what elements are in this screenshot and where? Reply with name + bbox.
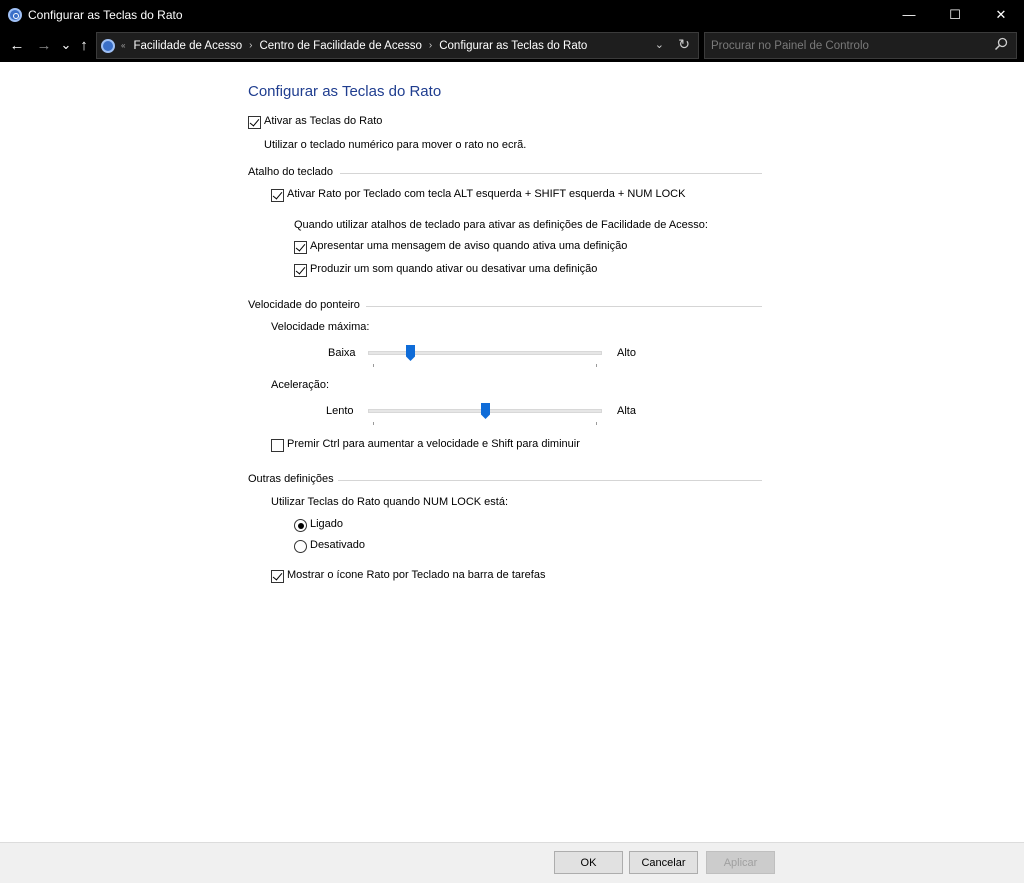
ok-button[interactable]: OK <box>554 851 623 874</box>
dialog-footer: OK Cancelar Aplicar <box>0 842 1024 883</box>
control-panel-icon <box>8 7 22 22</box>
search-icon[interactable] <box>994 37 1008 51</box>
slider-thumb[interactable] <box>481 403 490 419</box>
up-arrow-icon[interactable]: ↑ <box>73 35 95 55</box>
overflow-chevron-icon[interactable]: « <box>121 41 125 50</box>
breadcrumb-separator-icon[interactable]: › <box>249 40 252 51</box>
show-tray-icon-label[interactable]: Mostrar o ícone Rato por Teclado na barr… <box>287 569 545 581</box>
breadcrumb-ease-of-access[interactable]: Facilidade de Acesso <box>133 40 242 52</box>
acceleration-slider[interactable] <box>368 403 602 425</box>
group-divider <box>340 173 762 174</box>
ctrl-shift-speed-checkbox[interactable] <box>271 439 284 452</box>
shortcut-label[interactable]: Ativar Rato por Teclado com tecla ALT es… <box>287 188 685 200</box>
title-bar: Configurar as Teclas do Rato — ☐ ✕ <box>0 0 1024 29</box>
close-button[interactable]: ✕ <box>978 0 1024 29</box>
slider-tick <box>373 364 374 367</box>
breadcrumb-mouse-keys[interactable]: Configurar as Teclas do Rato <box>439 40 587 52</box>
slider-tick <box>596 364 597 367</box>
max-speed-slider[interactable] <box>368 345 602 367</box>
slider-track[interactable] <box>368 351 602 355</box>
sound-checkbox[interactable] <box>294 264 307 277</box>
group-divider <box>366 306 762 307</box>
apply-button[interactable]: Aplicar <box>706 851 775 874</box>
numlock-on-radio[interactable] <box>294 519 307 532</box>
acceleration-low-label: Lento <box>326 405 354 417</box>
address-bar[interactable]: « Facilidade de Acesso › Centro de Facil… <box>96 32 699 59</box>
shortcut-group-label: Atalho do teclado <box>248 166 338 178</box>
speed-group-label: Velocidade do ponteiro <box>248 299 364 311</box>
back-arrow-icon[interactable]: ← <box>6 35 28 55</box>
maximize-button[interactable]: ☐ <box>932 0 978 29</box>
numlock-on-label[interactable]: Ligado <box>310 518 343 530</box>
slider-tick <box>373 422 374 425</box>
minimize-button[interactable]: — <box>886 0 932 29</box>
cancel-button[interactable]: Cancelar <box>629 851 698 874</box>
numlock-off-label[interactable]: Desativado <box>310 539 365 551</box>
breadcrumb-separator-icon[interactable]: › <box>429 40 432 51</box>
enable-mouse-keys-checkbox[interactable] <box>248 116 261 129</box>
acceleration-high-label: Alta <box>617 405 636 417</box>
max-speed-low-label: Baixa <box>328 347 356 359</box>
shortcut-checkbox[interactable] <box>271 189 284 202</box>
enable-mouse-keys-label[interactable]: Ativar as Teclas do Rato <box>264 115 382 127</box>
warning-message-checkbox[interactable] <box>294 241 307 254</box>
breadcrumb-ease-of-access-center[interactable]: Centro de Facilidade de Acesso <box>259 40 421 52</box>
control-panel-icon <box>101 38 115 53</box>
search-input[interactable]: Procurar no Painel de Controlo <box>711 40 869 52</box>
window-title: Configurar as Teclas do Rato <box>28 7 183 22</box>
max-speed-label: Velocidade máxima: <box>271 321 370 333</box>
sound-label[interactable]: Produzir um som quando ativar ou desativ… <box>310 263 597 275</box>
other-group-label: Outras definições <box>248 473 338 485</box>
enable-description: Utilizar o teclado numérico para mover o… <box>264 139 527 151</box>
refresh-icon[interactable]: ↻ <box>678 36 690 53</box>
group-divider <box>337 480 762 481</box>
numlock-instructions: Utilizar Teclas do Rato quando NUM LOCK … <box>271 496 509 508</box>
ctrl-shift-speed-label[interactable]: Premir Ctrl para aumentar a velocidade e… <box>287 438 580 450</box>
slider-thumb[interactable] <box>406 345 415 361</box>
show-tray-icon-checkbox[interactable] <box>271 570 284 583</box>
address-dropdown-icon[interactable]: ⌄ <box>655 38 664 51</box>
acceleration-label: Aceleração: <box>271 379 330 391</box>
max-speed-high-label: Alto <box>617 347 636 359</box>
shortcut-instructions: Quando utilizar atalhos de teclado para … <box>294 219 708 231</box>
numlock-off-radio[interactable] <box>294 540 307 553</box>
main-content: Configurar as Teclas do Rato Ativar as T… <box>0 62 1024 842</box>
search-box[interactable]: Procurar no Painel de Controlo <box>704 32 1017 59</box>
warning-message-label[interactable]: Apresentar uma mensagem de aviso quando … <box>310 240 627 252</box>
forward-arrow-icon[interactable]: → <box>33 35 55 55</box>
navigation-bar: ← → ⌄ ↑ « Facilidade de Acesso › Centro … <box>0 29 1024 62</box>
page-title: Configurar as Teclas do Rato <box>248 83 442 100</box>
slider-tick <box>596 422 597 425</box>
